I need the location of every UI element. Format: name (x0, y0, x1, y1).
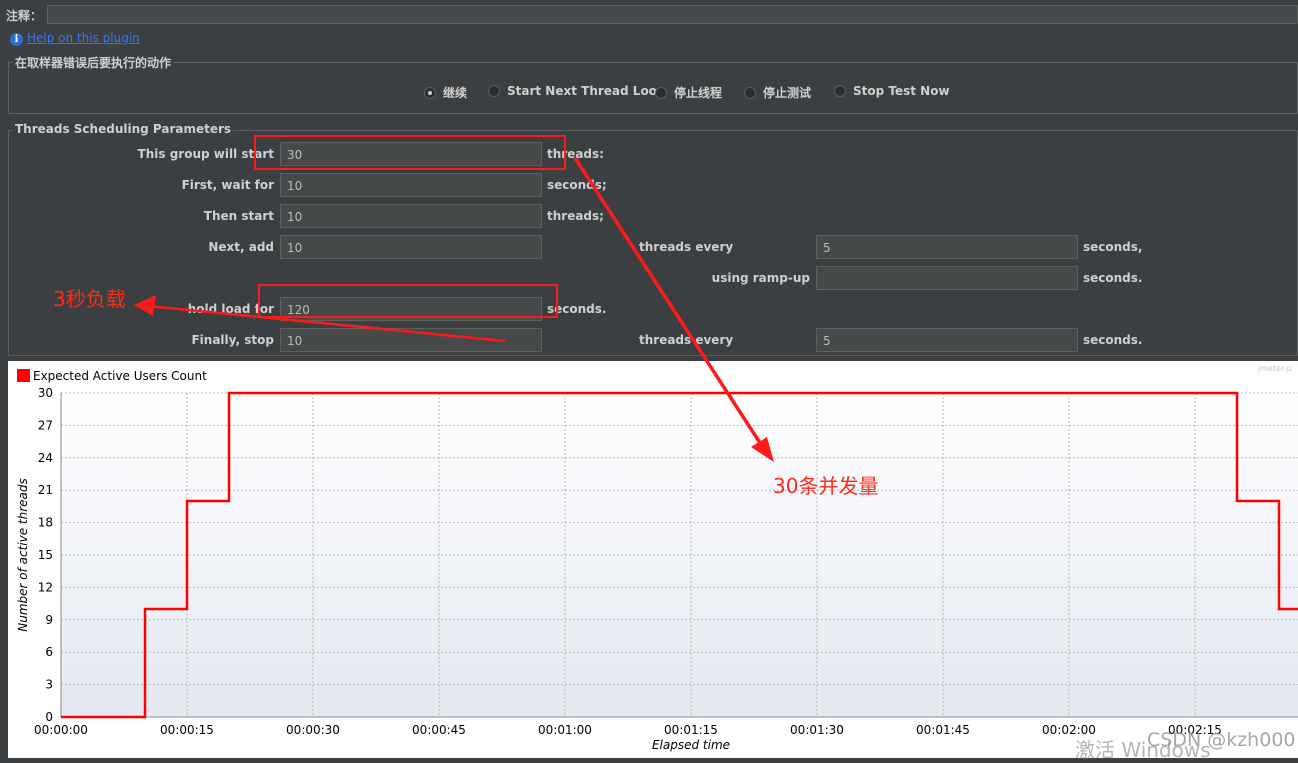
x-axis-title: Elapsed time (652, 738, 730, 752)
x-tick-label: 00:00:30 (286, 723, 340, 737)
y-tick-label: 0 (45, 710, 53, 724)
radio-icon (655, 86, 667, 99)
then-unit: threads; (547, 209, 604, 223)
rampup-unit: seconds. (1083, 271, 1143, 285)
comment-label: 注释： (6, 9, 43, 23)
info-icon: i (10, 33, 23, 46)
x-tick-label: 00:01:30 (790, 723, 844, 737)
x-tick-label: 00:00:45 (412, 723, 466, 737)
next-every-unit: seconds, (1083, 240, 1143, 254)
radio-stop-test-now[interactable]: Stop Test Now (834, 84, 950, 98)
stop-every-label: threads every (639, 333, 734, 347)
active-threads-chart: 0 3 6 9 12 15 18 21 24 27 30 00:00:00 00:00:15 00:00:… (16, 364, 1298, 752)
radio-icon (424, 86, 436, 99)
stop-label: Finally, stop (191, 333, 274, 347)
stop-every-unit: seconds. (1083, 333, 1143, 347)
corner-text: jmeter-p (1257, 364, 1292, 373)
legend-label: Expected Active Users Count (33, 369, 207, 383)
next-every-label: threads every (639, 240, 734, 254)
stop-every-input[interactable]: 5 (816, 328, 1078, 352)
y-tick-label: 18 (38, 516, 53, 530)
x-tick-label: 00:00:15 (160, 723, 214, 737)
comment-input[interactable] (47, 5, 1298, 24)
x-tick-label: 00:00:00 (34, 723, 88, 737)
sampler-error-title: 在取样器错误后要执行的动作 (13, 54, 174, 71)
chart-panel: 0 3 6 9 12 15 18 21 24 27 30 00:00:00 00:00:15 00:00:… (8, 361, 1298, 758)
y-tick-label: 24 (38, 451, 53, 465)
rampup-label: using ramp-up (711, 271, 810, 285)
hold-note: 3秒负载 (53, 287, 126, 311)
wait-input[interactable]: 10 (280, 173, 542, 197)
y-axis-title: Number of active threads (16, 478, 30, 632)
next-label: Next, add (208, 240, 274, 254)
next-every-input[interactable]: 5 (816, 235, 1078, 259)
radio-stop-test[interactable]: 停止测试 (744, 84, 811, 101)
radio-start-next-thread-loop[interactable]: Start Next Thread Loop (488, 84, 666, 98)
scheduling-title: Threads Scheduling Parameters (13, 122, 234, 136)
y-tick-label: 21 (38, 483, 53, 497)
x-tick-label: 00:01:00 (538, 723, 592, 737)
sampler-error-options: 继续 Start Next Thread Loop 停止线程 停止测试 Stop… (0, 84, 1298, 100)
then-input[interactable]: 10 (280, 204, 542, 228)
concurrency-note: 30条并发量 (773, 474, 879, 498)
rampup-input[interactable] (816, 266, 1078, 290)
stop-input[interactable]: 10 (280, 328, 542, 352)
next-add-input[interactable]: 10 (280, 235, 542, 259)
wait-unit: seconds; (547, 178, 607, 192)
radio-continue[interactable]: 继续 (424, 84, 467, 101)
radio-icon (834, 85, 846, 97)
radio-icon (488, 85, 500, 97)
y-tick-label: 9 (45, 613, 53, 627)
x-tick-label: 00:01:15 (664, 723, 718, 737)
x-tick-label: 00:01:45 (916, 723, 970, 737)
y-tick-label: 15 (38, 548, 53, 562)
highlight-start-box (254, 135, 566, 170)
legend-swatch (17, 369, 30, 382)
y-tick-label: 27 (38, 418, 53, 432)
help-link[interactable]: Help on this plugin (27, 31, 140, 45)
watermark-right: CSDN @kzh000 (1147, 729, 1296, 751)
y-tick-label: 30 (38, 386, 53, 400)
y-tick-label: 3 (45, 678, 53, 692)
then-label: Then start (203, 209, 274, 223)
y-tick-label: 6 (45, 645, 53, 659)
y-tick-label: 12 (38, 580, 53, 594)
radio-stop-thread[interactable]: 停止线程 (655, 84, 722, 101)
highlight-hold-box (258, 284, 558, 318)
wait-label: First, wait for (181, 178, 274, 192)
radio-icon (744, 86, 756, 99)
